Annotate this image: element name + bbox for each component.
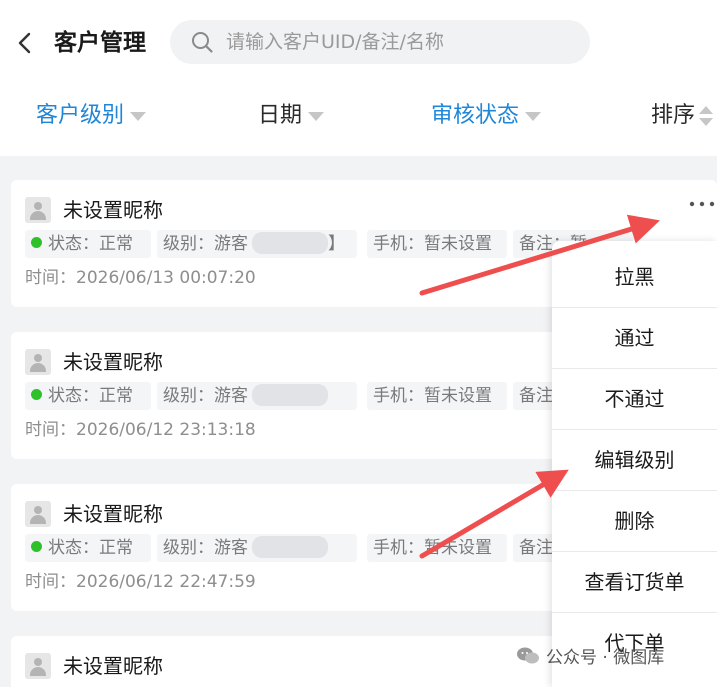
level-tag: 级别：游客 <box>157 382 357 410</box>
phone-text: 手机：暂未设置 <box>373 538 492 558</box>
phone-tag: 手机：暂未设置 <box>367 230 507 258</box>
level-text: 级别：游客 <box>163 234 248 254</box>
customer-name: 未设置昵称 <box>63 502 163 526</box>
top-header: 客户管理 请输入客户UID/备注/名称 客户级别 日期 审核状态 排序 <box>0 0 717 156</box>
more-icon[interactable] <box>687 194 717 214</box>
menu-item-blacklist[interactable]: 拉黑 <box>552 247 717 308</box>
menu-item-delete[interactable]: 删除 <box>552 491 717 552</box>
status-dot-icon <box>31 236 42 248</box>
phone-text: 手机：暂未设置 <box>373 386 492 406</box>
status-tag: 状态：正常 <box>25 382 151 410</box>
level-tag: 级别：游客 <box>157 534 357 562</box>
menu-item-view-orders[interactable]: 查看订货单 <box>552 552 717 613</box>
created-time: 时间：2026/06/13 00:07:20 <box>25 268 256 288</box>
remark-text: 备注 <box>519 538 553 558</box>
back-arrow-icon[interactable] <box>14 28 36 58</box>
blurred-text <box>252 536 328 558</box>
created-time: 时间：2026/06/12 23:13:18 <box>25 420 256 440</box>
search-placeholder: 请输入客户UID/备注/名称 <box>226 31 444 53</box>
action-menu: 拉黑 通过 不通过 编辑级别 删除 查看订货单 代下单 <box>552 241 717 687</box>
status-dot-icon <box>31 388 42 400</box>
sort-icon <box>699 104 714 128</box>
status-text: 状态：正常 <box>48 234 133 254</box>
filter-review-status[interactable]: 审核状态 <box>431 100 542 132</box>
menu-item-reject[interactable]: 不通过 <box>552 369 717 430</box>
filter-customer-level[interactable]: 客户级别 <box>36 100 147 132</box>
blurred-text <box>252 384 328 406</box>
filter-label: 排序 <box>651 103 696 128</box>
status-dot-icon <box>31 540 42 552</box>
status-text: 状态：正常 <box>48 386 133 406</box>
remark-text: 备注 <box>519 234 553 254</box>
menu-item-edit-level[interactable]: 编辑级别 <box>552 430 717 491</box>
caret-down-icon <box>525 111 542 121</box>
filter-label: 日期 <box>258 103 303 128</box>
search-input[interactable]: 请输入客户UID/备注/名称 <box>170 20 590 64</box>
menu-item-approve[interactable]: 通过 <box>552 308 717 369</box>
level-text: 级别：游客 <box>163 386 248 406</box>
watermark-text: 公众号 · 微图库 <box>546 648 665 668</box>
phone-text: 手机：暂未设置 <box>373 234 492 254</box>
avatar <box>25 197 51 223</box>
customer-name: 未设置昵称 <box>63 198 163 222</box>
watermark: 公众号 · 微图库 <box>516 644 664 672</box>
blurred-text <box>252 232 328 254</box>
filter-label: 审核状态 <box>431 103 520 128</box>
caret-down-icon <box>308 111 325 121</box>
search-icon <box>192 32 213 53</box>
filter-label: 客户级别 <box>36 103 125 128</box>
page-title: 客户管理 <box>54 30 146 56</box>
level-suffix: 】 <box>328 234 345 254</box>
status-tag: 状态：正常 <box>25 534 151 562</box>
status-text: 状态：正常 <box>48 538 133 558</box>
level-tag: 级别：游客 】 <box>157 230 357 258</box>
level-text: 级别：游客 <box>163 538 248 558</box>
created-time: 时间：2026/06/12 22:47:59 <box>25 572 256 592</box>
status-tag: 状态：正常 <box>25 230 151 258</box>
remark-text: 备注 <box>519 386 553 406</box>
avatar <box>25 653 51 679</box>
caret-down-icon <box>130 111 147 121</box>
avatar <box>25 501 51 527</box>
phone-tag: 手机：暂未设置 <box>367 382 507 410</box>
filter-sort[interactable]: 排序 <box>651 100 714 132</box>
phone-tag: 手机：暂未设置 <box>367 534 507 562</box>
customer-name: 未设置昵称 <box>63 654 163 678</box>
avatar <box>25 349 51 375</box>
wechat-icon <box>517 647 539 664</box>
filter-date[interactable]: 日期 <box>258 100 325 132</box>
customer-name: 未设置昵称 <box>63 350 163 374</box>
